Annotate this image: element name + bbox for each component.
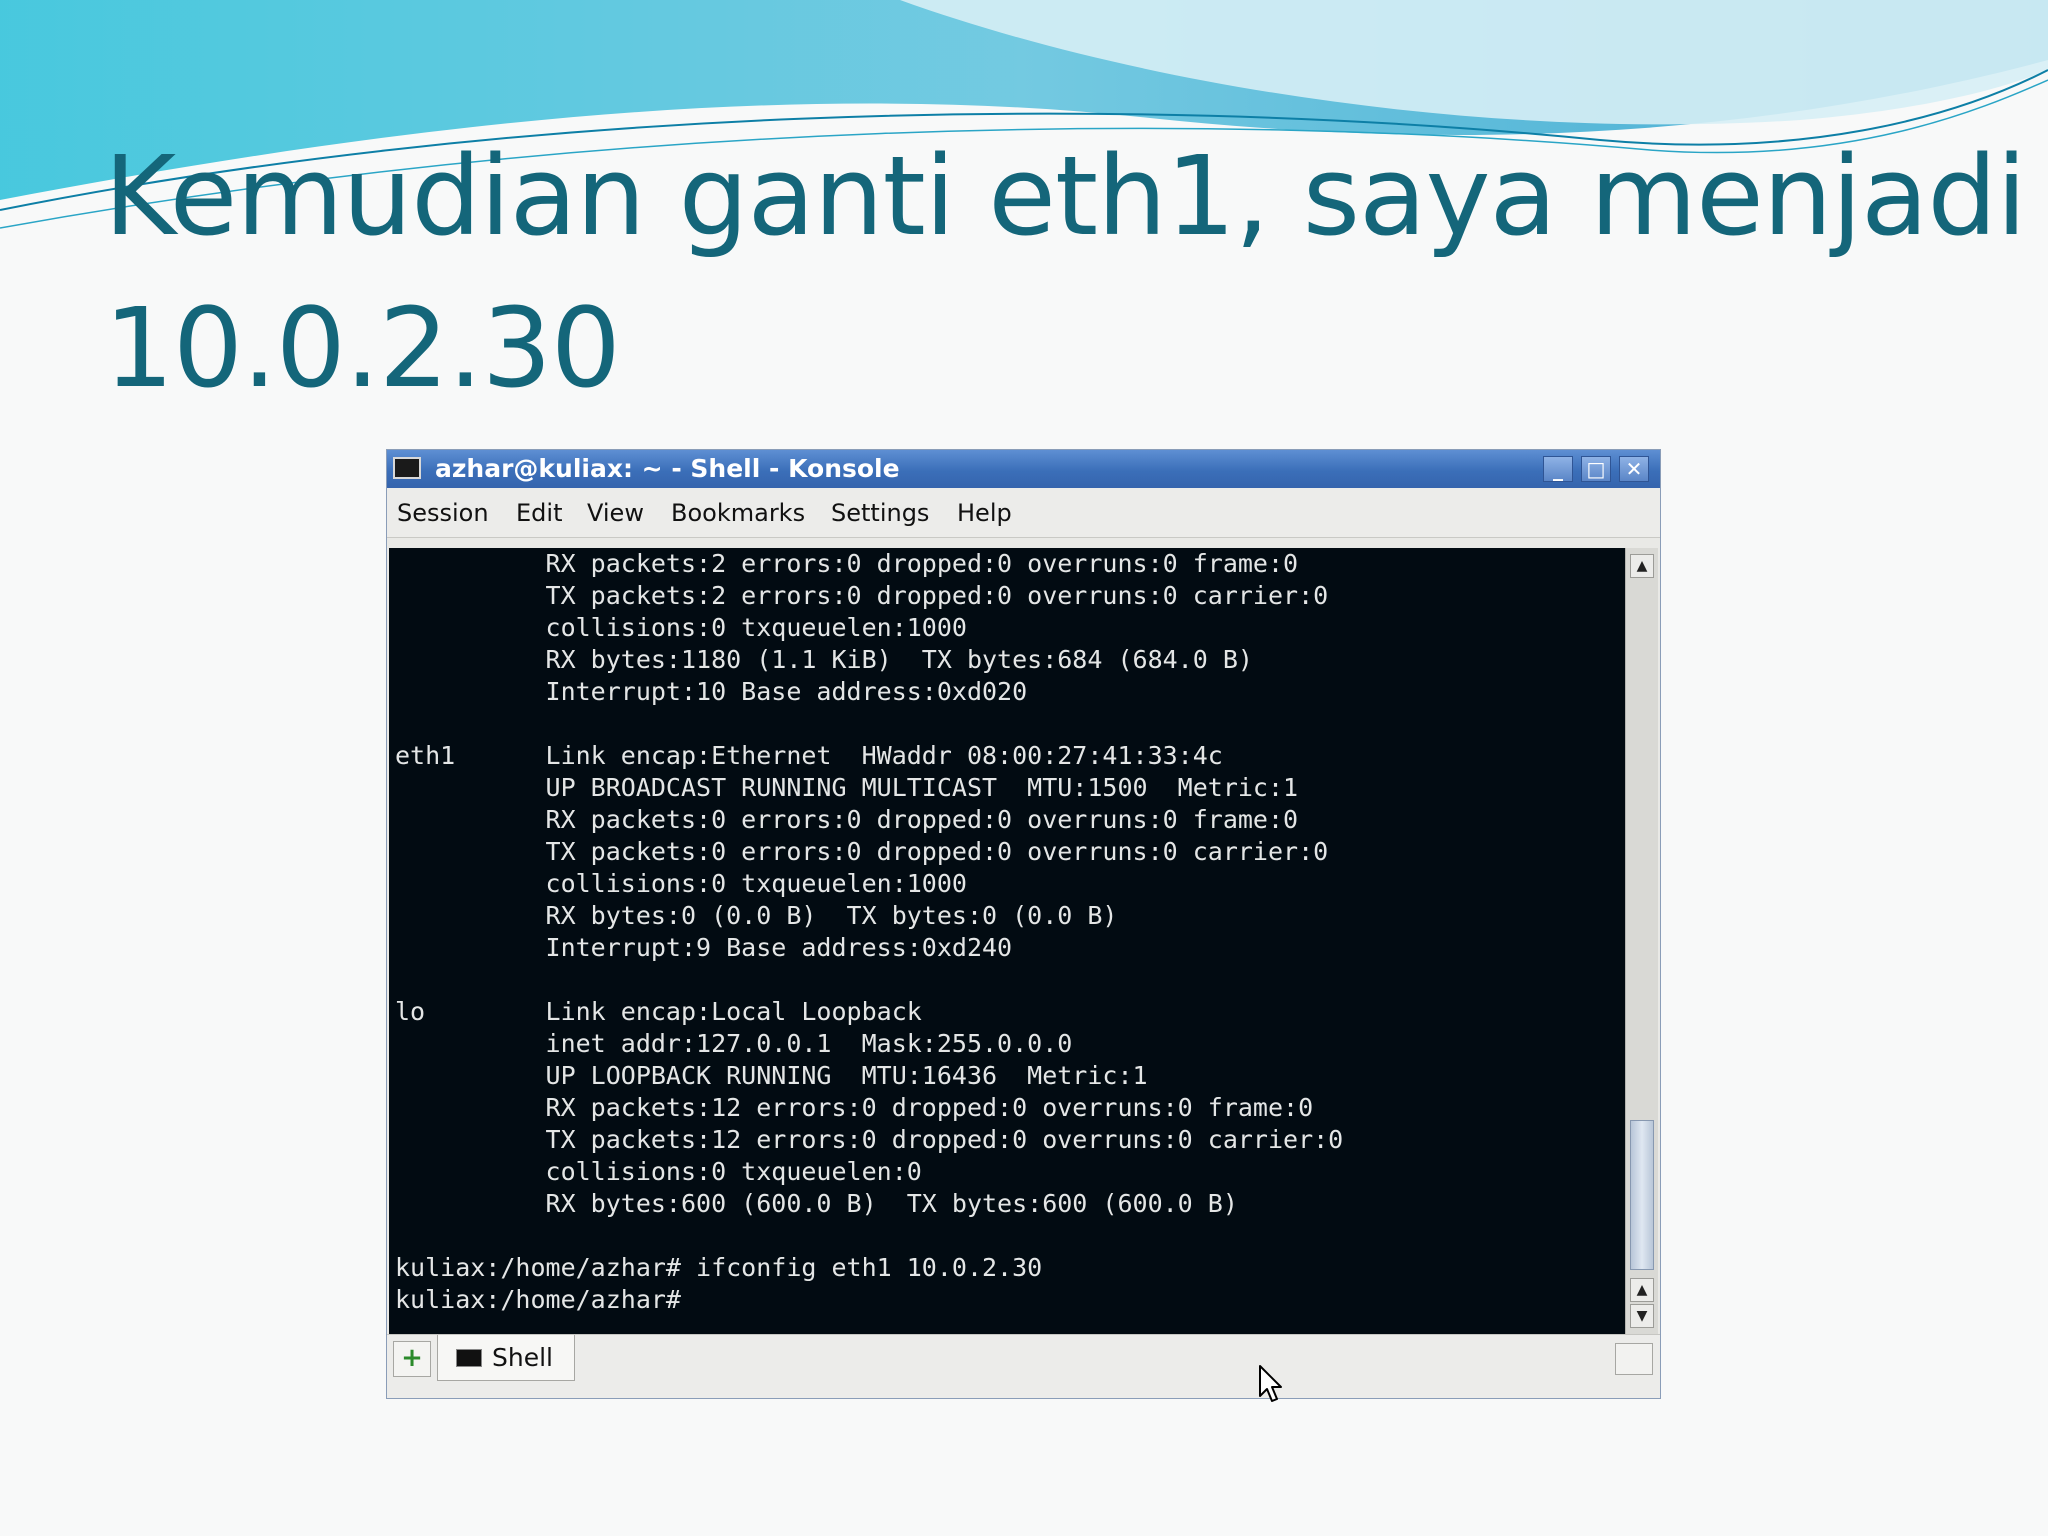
tab-label: Shell	[492, 1343, 553, 1372]
terminal-line: Interrupt:10 Base address:0xd020	[395, 677, 1028, 706]
terminal-line: RX packets:12 errors:0 dropped:0 overrun…	[395, 1093, 1314, 1122]
terminal-line: collisions:0 txqueuelen:1000	[395, 613, 967, 642]
session-tabbar: + Shell	[387, 1334, 1660, 1398]
terminal-icon	[456, 1349, 482, 1367]
maximize-button[interactable]: □	[1581, 456, 1611, 482]
window-title: azhar@kuliax: ~ - Shell - Konsole	[435, 454, 900, 483]
menu-settings[interactable]: Settings	[831, 499, 929, 527]
terminal-prompt-line: kuliax:/home/azhar#	[395, 1285, 681, 1314]
menu-session[interactable]: Session	[397, 499, 489, 527]
window-titlebar[interactable]: azhar@kuliax: ~ - Shell - Konsole _ □ ✕	[387, 450, 1660, 488]
konsole-window: azhar@kuliax: ~ - Shell - Konsole _ □ ✕ …	[387, 450, 1660, 1398]
terminal-line: UP BROADCAST RUNNING MULTICAST MTU:1500 …	[395, 773, 1299, 802]
scroll-thumb[interactable]	[1630, 1120, 1654, 1270]
terminal-line: RX packets:0 errors:0 dropped:0 overruns…	[395, 805, 1299, 834]
terminal-line: eth1 Link encap:Ethernet HWaddr 08:00:27…	[395, 741, 1223, 770]
terminal-line: collisions:0 txqueuelen:0	[395, 1157, 922, 1186]
mouse-cursor-icon	[1259, 1365, 1282, 1402]
slide: Kemudian ganti eth1, saya menjadi 10.0.2…	[0, 0, 2048, 1536]
menu-help[interactable]: Help	[957, 499, 1012, 527]
terminal-icon	[393, 457, 421, 479]
terminal-line: TX packets:2 errors:0 dropped:0 overruns…	[395, 581, 1329, 610]
close-tab-button[interactable]	[1615, 1343, 1653, 1375]
menubar: Session Edit View Bookmarks Settings Hel…	[387, 488, 1660, 538]
scroll-down-arrow-icon[interactable]: ▼	[1630, 1304, 1654, 1328]
terminal-output[interactable]: RX packets:2 errors:0 dropped:0 overruns…	[389, 548, 1625, 1334]
slide-title-line-2: 10.0.2.30	[104, 284, 621, 412]
terminal-line: TX packets:0 errors:0 dropped:0 overruns…	[395, 837, 1329, 866]
terminal-line: kuliax:/home/azhar# ifconfig eth1 10.0.2…	[395, 1253, 1043, 1282]
terminal-line: RX bytes:1180 (1.1 KiB) TX bytes:684 (68…	[395, 645, 1253, 674]
minimize-button[interactable]: _	[1543, 456, 1573, 482]
scroll-up-arrow-icon[interactable]: ▲	[1630, 1278, 1654, 1302]
terminal-line: inet addr:127.0.0.1 Mask:255.0.0.0	[395, 1029, 1073, 1058]
slide-title-line-1: Kemudian ganti eth1, saya menjadi	[104, 132, 2027, 260]
slide-title: Kemudian ganti eth1, saya menjadi 10.0.2…	[104, 120, 2027, 424]
terminal-line: lo Link encap:Local Loopback	[395, 997, 922, 1026]
menu-view[interactable]: View	[587, 499, 644, 527]
terminal-line: RX bytes:0 (0.0 B) TX bytes:0 (0.0 B)	[395, 901, 1118, 930]
terminal-line: UP LOOPBACK RUNNING MTU:16436 Metric:1	[395, 1061, 1148, 1090]
terminal-line: Interrupt:9 Base address:0xd240	[395, 933, 1013, 962]
menu-bookmarks[interactable]: Bookmarks	[671, 499, 805, 527]
new-tab-button[interactable]: +	[393, 1341, 431, 1377]
menu-edit[interactable]: Edit	[516, 499, 562, 527]
terminal-line: RX packets:2 errors:0 dropped:0 overruns…	[395, 549, 1299, 578]
close-button[interactable]: ✕	[1619, 456, 1649, 482]
terminal-scrollbar[interactable]: ▲ ▲ ▼	[1625, 548, 1658, 1334]
scroll-up-arrow-icon[interactable]: ▲	[1630, 554, 1654, 578]
tab-shell[interactable]: Shell	[437, 1335, 575, 1381]
terminal-line: RX bytes:600 (600.0 B) TX bytes:600 (600…	[395, 1189, 1238, 1218]
terminal-line: TX packets:12 errors:0 dropped:0 overrun…	[395, 1125, 1344, 1154]
terminal-line: collisions:0 txqueuelen:1000	[395, 869, 967, 898]
